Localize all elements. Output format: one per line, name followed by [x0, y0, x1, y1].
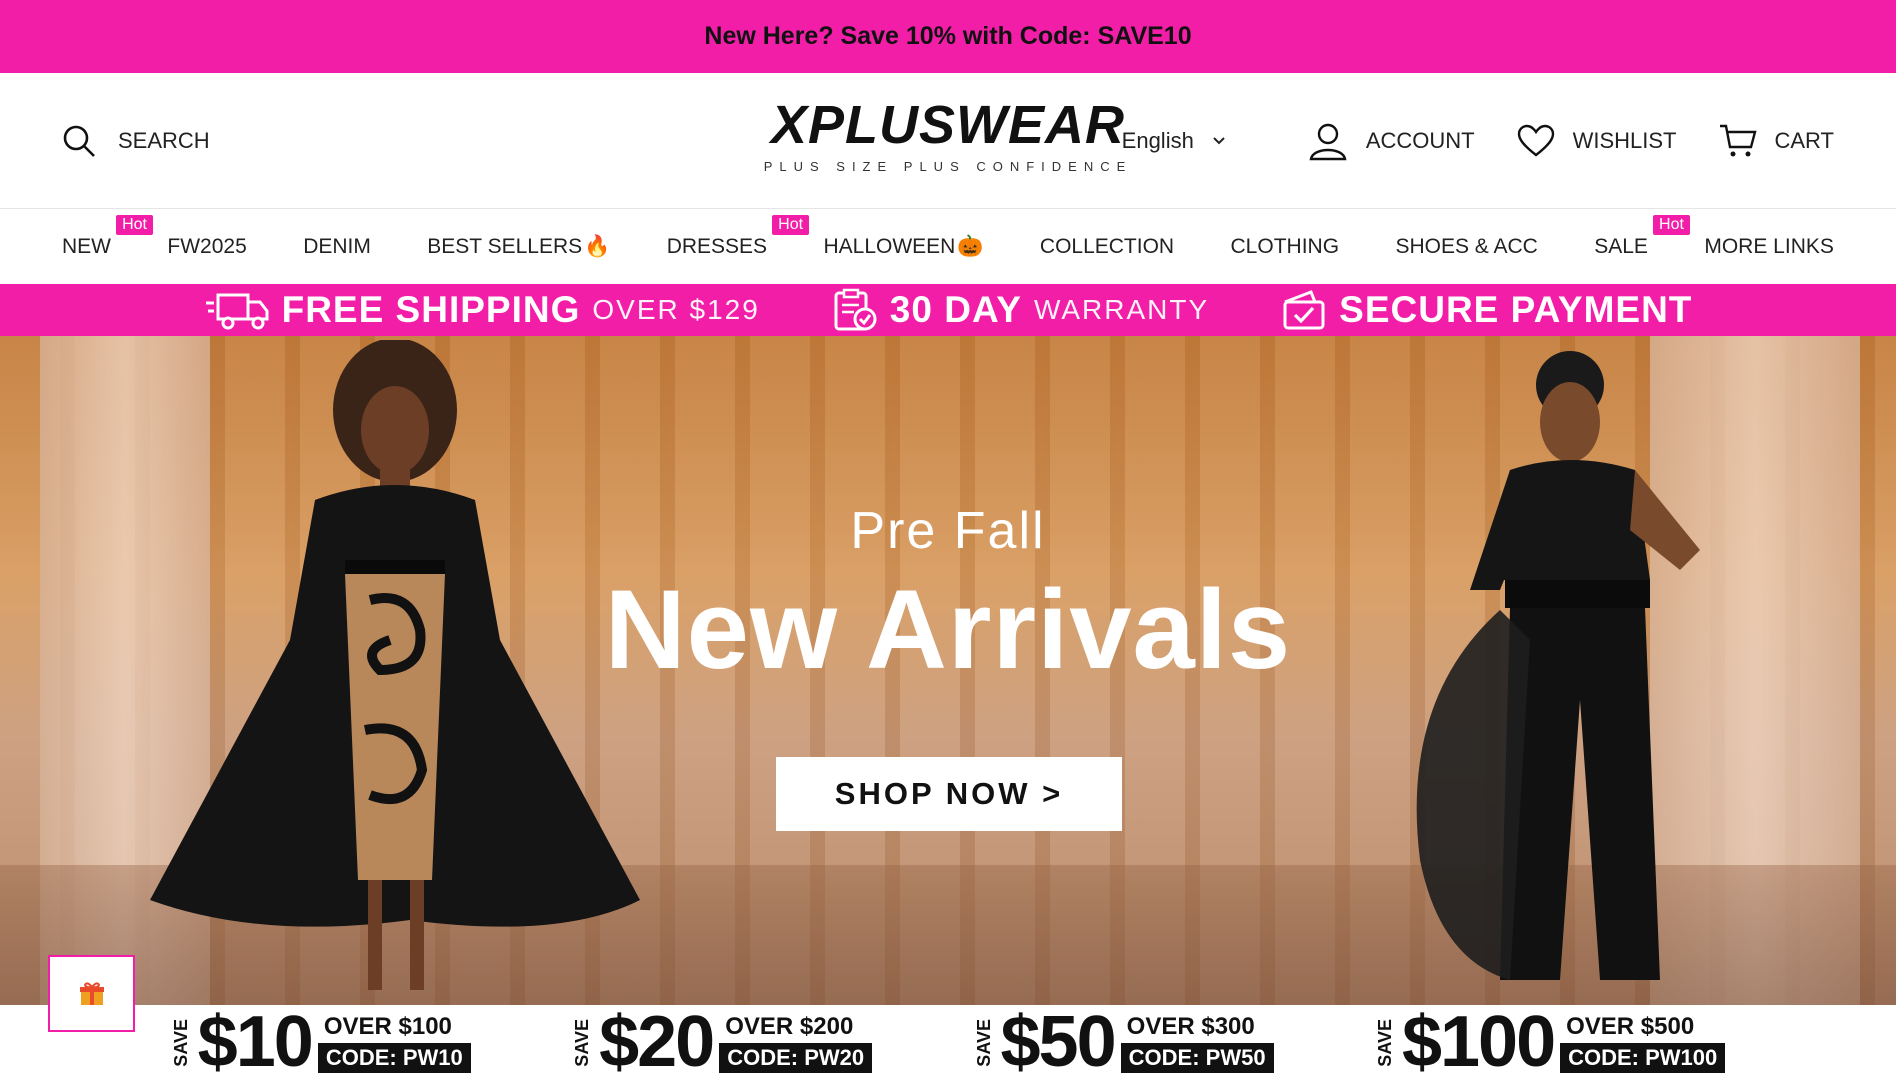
coupon-threshold: OVER $300 — [1126, 1012, 1255, 1040]
coupon-amount: $10 — [197, 1002, 314, 1082]
language-selector[interactable]: English — [1122, 128, 1226, 154]
coupon-save: SAVE — [572, 1018, 593, 1067]
fire-icon: 🔥 — [584, 234, 611, 258]
perks-bar: FREE SHIPPING OVER $129 30 DAY WARRANTY … — [0, 284, 1896, 336]
main-nav: NEW Hot FW2025 DENIM BEST SELLERS 🔥 DRES… — [0, 209, 1896, 284]
language-label: English — [1121, 127, 1194, 153]
coupon-item[interactable]: SAVE $50 OVER $300 CODE: PW50 — [974, 1005, 1274, 1080]
search-icon — [63, 125, 95, 157]
coupon-threshold: OVER $500 — [1566, 1012, 1695, 1040]
perk-warranty: 30 DAY WARRANTY — [832, 288, 1209, 332]
perk-free-shipping: FREE SHIPPING OVER $129 — [204, 289, 760, 331]
nav-label: COLLECTION — [1039, 234, 1175, 258]
site-header: SEARCH XPLUSWEAR PLUS SIZE PLUS CONFIDEN… — [0, 73, 1896, 209]
wishlist-link[interactable]: WISHLIST — [1517, 124, 1677, 158]
coupon-code: CODE: PW100 — [1560, 1042, 1726, 1073]
nav-item-more-links[interactable]: MORE LINKS — [1704, 235, 1834, 259]
user-icon — [1309, 123, 1347, 160]
cart-link[interactable]: CART — [1719, 123, 1835, 159]
coupon-strip: SAVE $10 OVER $100 CODE: PW10 SAVE $20 O… — [0, 1005, 1896, 1080]
clipboard-icon — [834, 288, 877, 331]
announcement-text: New Here? Save 10% with Code: SAVE10 — [704, 22, 1192, 50]
coupon-code: CODE: PW50 — [1120, 1042, 1274, 1073]
cart-label: CART — [1774, 127, 1835, 153]
nav-label: DENIM — [303, 234, 371, 258]
nav-label: MORE LINKS — [1704, 234, 1834, 258]
nav-label: HALLOWEEN — [823, 234, 956, 258]
coupon-item[interactable]: SAVE $20 OVER $200 CODE: PW20 — [572, 1002, 873, 1082]
coupon-item[interactable]: SAVE $100 OVER $500 CODE: PW100 — [1374, 1002, 1726, 1082]
truck-icon — [205, 293, 269, 330]
coupon-amount: $50 — [1000, 1002, 1117, 1082]
coupon-amount: $100 — [1401, 1002, 1556, 1082]
nav-item-best-sellers[interactable]: BEST SELLERS 🔥 — [427, 235, 610, 259]
coupon-code: CODE: PW10 — [317, 1042, 471, 1073]
nav-label: SALE — [1594, 234, 1648, 258]
hot-badge: Hot — [116, 214, 153, 235]
nav-item-fw2025[interactable]: FW2025 — [167, 235, 246, 259]
nav-item-new[interactable]: NEW Hot — [62, 214, 153, 259]
pumpkin-icon: 🎃 — [957, 234, 984, 258]
perk-strong: SECURE PAYMENT — [1339, 289, 1693, 330]
announcement-bar: New Here? Save 10% with Code: SAVE10 — [0, 0, 1896, 73]
coupon-threshold: OVER $100 — [323, 1012, 452, 1040]
nav-label: CLOTHING — [1230, 234, 1340, 258]
nav-item-denim[interactable]: DENIM — [303, 235, 371, 259]
account-link[interactable]: ACCOUNT — [1308, 121, 1475, 161]
shop-now-button[interactable]: SHOP NOW > — [776, 757, 1122, 831]
nav-label: NEW — [62, 234, 111, 258]
hero-subtitle: Pre Fall — [850, 502, 1046, 560]
perk-strong: 30 DAY — [889, 289, 1022, 330]
perk-strong: FREE SHIPPING — [281, 289, 581, 330]
perk-light: OVER $129 — [592, 294, 760, 325]
search-label: SEARCH — [118, 127, 210, 153]
hero-banner[interactable]: Pre Fall New Arrivals SHOP NOW > — [0, 336, 1896, 1005]
coupon-save: SAVE — [973, 1018, 994, 1067]
nav-item-halloween[interactable]: HALLOWEEN 🎃 — [823, 235, 983, 259]
hot-badge: Hot — [772, 214, 810, 235]
coupon-save: SAVE — [170, 1018, 191, 1067]
nav-item-collection[interactable]: COLLECTION — [1040, 235, 1174, 259]
heart-icon — [1517, 124, 1554, 157]
nav-item-clothing[interactable]: CLOTHING — [1231, 235, 1340, 259]
perk-light: WARRANTY — [1033, 294, 1210, 325]
search-button[interactable]: SEARCH — [62, 124, 210, 158]
nav-label: FW2025 — [167, 234, 247, 258]
nav-label: BEST SELLERS — [427, 234, 583, 258]
wishlist-label: WISHLIST — [1572, 127, 1677, 153]
chevron-down-icon — [1213, 136, 1225, 144]
nav-item-dresses[interactable]: DRESSES Hot — [666, 214, 810, 259]
nav-label: DRESSES — [666, 234, 768, 258]
logo-text: XPLUSWEAR — [770, 95, 1126, 155]
logo-tagline: PLUS SIZE PLUS CONFIDENCE — [763, 159, 1133, 174]
cart-icon — [1719, 124, 1757, 156]
nav-item-shoes-acc[interactable]: SHOES & ACC — [1395, 235, 1537, 259]
coupon-code: CODE: PW20 — [719, 1042, 873, 1073]
nav-item-sale[interactable]: SALE Hot — [1594, 214, 1690, 259]
coupon-item[interactable]: SAVE $10 OVER $100 CODE: PW10 — [171, 1005, 471, 1080]
secure-check-icon — [1283, 290, 1325, 330]
coupon-amount: $20 — [599, 1002, 715, 1082]
account-label: ACCOUNT — [1365, 127, 1475, 153]
site-logo[interactable]: XPLUSWEAR PLUS SIZE PLUS CONFIDENCE — [764, 95, 1133, 174]
perk-secure-payment: SECURE PAYMENT — [1281, 288, 1692, 332]
gift-icon — [79, 981, 104, 1005]
coupon-threshold: OVER $200 — [725, 1012, 854, 1040]
hero-title: New Arrivals — [604, 567, 1292, 692]
nav-label: SHOES & ACC — [1395, 234, 1538, 258]
hot-badge: Hot — [1653, 214, 1690, 235]
coupon-save: SAVE — [1374, 1018, 1395, 1067]
